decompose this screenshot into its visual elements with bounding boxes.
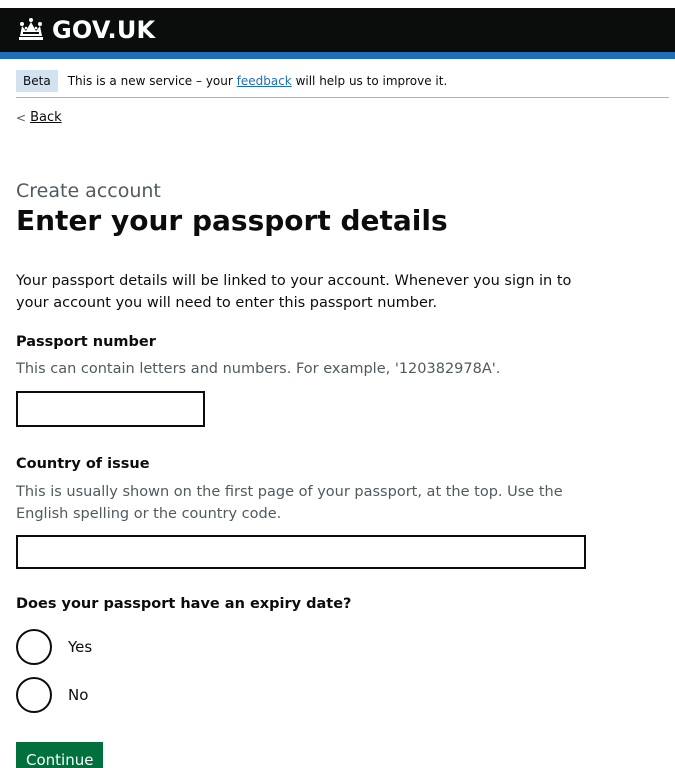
phase-banner: Beta This is a new service – your feedba… — [16, 67, 669, 98]
page-title: Enter your passport details — [16, 204, 448, 237]
phase-text-after: will help us to improve it. — [291, 74, 448, 88]
page-caption: Create account — [16, 180, 161, 202]
header-blue-bar — [0, 52, 675, 59]
back-link-label: Back — [30, 110, 62, 125]
radio-yes-label: Yes — [68, 638, 93, 656]
chevron-left-icon: < — [16, 110, 27, 125]
expiry-question: Does your passport have an expiry date? — [16, 596, 352, 612]
site-header: GOV.UK — [0, 8, 675, 52]
country-of-issue-input[interactable] — [16, 535, 586, 569]
phase-text-before: This is a new service – your — [67, 74, 237, 88]
expiry-option-yes[interactable]: Yes — [16, 629, 92, 665]
passport-number-hint: This can contain letters and numbers. Fo… — [16, 361, 501, 377]
intro-text: Your passport details will be linked to … — [16, 273, 572, 311]
page: GOV.UK Beta This is a new service – your… — [0, 0, 675, 768]
radio-no-label: No — [68, 686, 89, 704]
radio-yes[interactable] — [16, 629, 52, 665]
passport-number-label: Passport number — [16, 334, 156, 350]
beta-tag: Beta — [16, 70, 58, 92]
feedback-link[interactable]: feedback — [237, 74, 292, 88]
passport-number-input[interactable] — [16, 391, 205, 427]
country-of-issue-hint: This is usually shown on the first page … — [16, 484, 563, 522]
expiry-option-no[interactable]: No — [16, 677, 88, 713]
back-link[interactable]: < Back — [16, 110, 62, 125]
logo-text: GOV.UK — [52, 15, 156, 44]
phase-banner-text: This is a new service – your feedback wi… — [68, 74, 448, 88]
radio-no[interactable] — [16, 677, 52, 713]
continue-button[interactable]: Continue — [16, 742, 104, 768]
crown-icon — [19, 17, 43, 40]
govuk-logo-link[interactable]: GOV.UK — [16, 8, 155, 51]
country-of-issue-label: Country of issue — [16, 456, 150, 472]
